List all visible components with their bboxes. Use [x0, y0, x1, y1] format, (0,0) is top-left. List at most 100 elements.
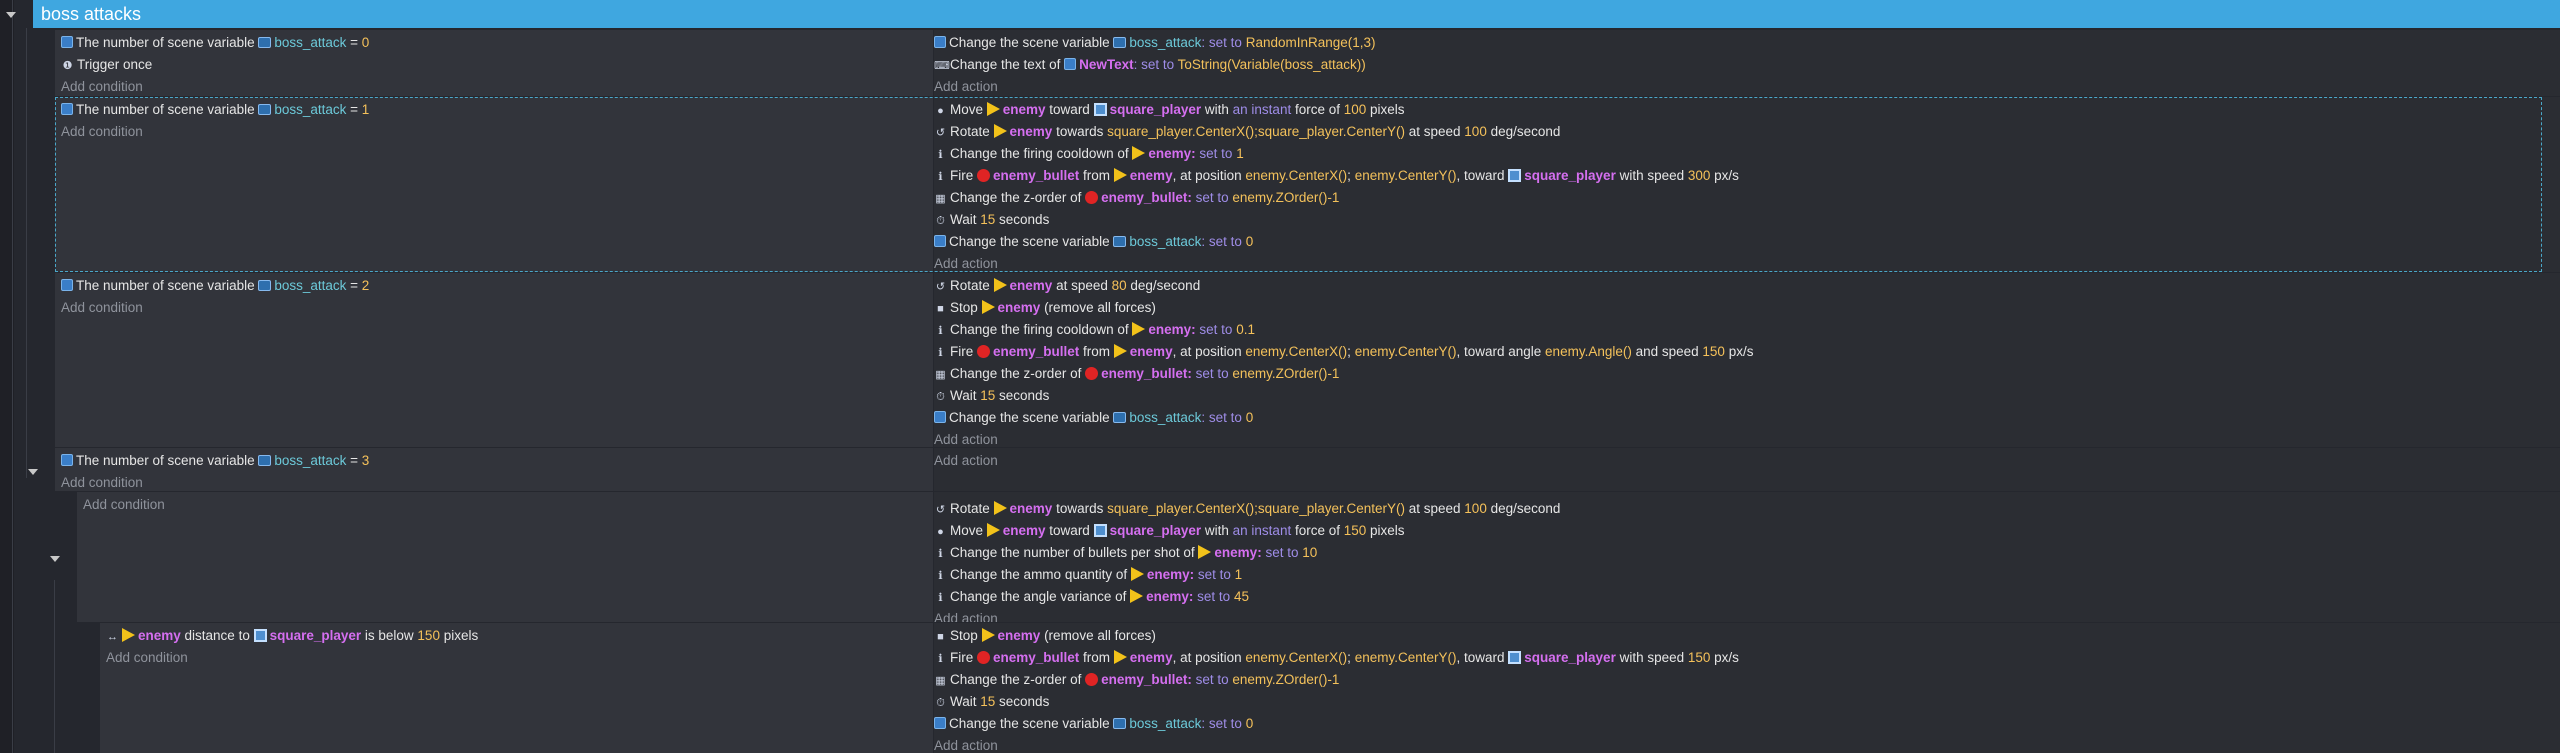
action-row[interactable]: ⌨Change the text of NewText: set to ToSt…	[934, 54, 1366, 76]
condition-row[interactable]: The number of scene variable boss_attack…	[61, 275, 369, 297]
square-icon	[1093, 524, 1107, 537]
condition-row[interactable]: The number of scene variable boss_attack…	[61, 32, 369, 54]
actions-panel[interactable]: ● Move enemy toward square_player with an…	[934, 97, 2560, 272]
conditions-panel[interactable]: The number of scene variable boss_attack…	[55, 448, 933, 491]
add-action-link[interactable]: Add action	[934, 608, 998, 622]
event-5[interactable]: ↔ enemy distance to square_player is belo…	[100, 623, 2560, 753]
action-row[interactable]: ● Move enemy toward square_player with an…	[934, 520, 1405, 542]
action-row[interactable]: ⏱ Wait 15 seconds	[934, 385, 1049, 407]
variable-icon	[1113, 412, 1127, 423]
action-row[interactable]: ↺ Rotate enemy towards square_player.Cent…	[934, 121, 1560, 143]
action-row[interactable]: Change the scene variable boss_attack: s…	[934, 713, 1253, 735]
info-icon: ℹ	[938, 570, 943, 582]
conditions-panel[interactable]: Add condition	[77, 492, 933, 622]
add-action-link[interactable]: Add action	[934, 253, 998, 272]
add-action-link[interactable]: Add action	[934, 450, 998, 472]
sprite-icon	[122, 628, 135, 642]
action-row[interactable]: ↺ Rotate enemy towards square_player.Cent…	[934, 498, 1560, 520]
add-condition-link[interactable]: Add condition	[61, 121, 143, 143]
text-segment: The number of scene variable	[76, 278, 259, 293]
text-segment: 1	[361, 102, 370, 117]
info-icon: ℹ	[938, 171, 943, 183]
text-segment: Change the scene variable	[949, 716, 1114, 731]
action-row[interactable]: ℹ Fire enemy_bullet from enemy, at positi…	[934, 165, 1739, 187]
collapse-group-icon[interactable]	[6, 12, 16, 18]
event-0[interactable]: The number of scene variable boss_attack…	[55, 30, 2560, 96]
action-row[interactable]: ▦ Change the z-order of enemy_bullet: set…	[934, 187, 1339, 209]
conditions-panel[interactable]: The number of scene variable boss_attack…	[55, 273, 933, 447]
action-row[interactable]: ⏱ Wait 15 seconds	[934, 691, 1049, 713]
actions-panel[interactable]: ■ Stop enemy (remove all forces) ℹ Fire ene…	[934, 623, 2560, 753]
action-row[interactable]: ℹ Change the number of bullets per shot o…	[934, 542, 1317, 564]
condition-row[interactable]: The number of scene variable boss_attack…	[61, 99, 369, 121]
sprite-icon	[986, 523, 1000, 537]
add-condition-link[interactable]: Add condition	[61, 297, 143, 319]
text-segment: =	[346, 453, 362, 468]
action-row[interactable]: ℹ Change the ammo quantity of enemy: set …	[934, 564, 1242, 586]
actions-panel[interactable]: Change the scene variable boss_attack: s…	[934, 30, 2560, 96]
actions-panel[interactable]: Add action	[934, 448, 2560, 491]
collapse-event-icon[interactable]	[28, 469, 38, 475]
action-row[interactable]: ℹ Change the firing cooldown of enemy: se…	[934, 143, 1244, 165]
action-row[interactable]: ℹ Change the firing cooldown of enemy: se…	[934, 319, 1255, 341]
text-segment: deg/second	[1126, 278, 1201, 293]
add-action-link[interactable]: Add action	[934, 735, 998, 753]
square-icon	[1093, 103, 1107, 116]
text-segment: px/s	[1724, 344, 1754, 359]
add-condition-link[interactable]: Add condition	[61, 76, 143, 96]
condition-row[interactable]: ❶ Trigger once	[61, 54, 153, 76]
conditions-panel[interactable]: The number of scene variable boss_attack…	[55, 97, 933, 272]
text-segment: enemy_bullet	[993, 344, 1080, 359]
text-segment: square_player	[1524, 650, 1616, 665]
sprite-icon	[993, 501, 1007, 515]
action-row[interactable]: ⏱ Wait 15 seconds	[934, 209, 1049, 231]
text-segment: square_player	[1109, 102, 1202, 117]
event-3[interactable]: The number of scene variable boss_attack…	[55, 448, 2560, 491]
action-row[interactable]: ■ Stop enemy (remove all forces)	[934, 625, 1156, 647]
event-1[interactable]: The number of scene variable boss_attack…	[55, 97, 2560, 272]
action-row[interactable]: ● Move enemy toward square_player with an…	[934, 99, 1405, 121]
text-segment: Move	[950, 523, 987, 538]
text-segment: set to	[1195, 146, 1237, 161]
collapse-subevent-icon[interactable]	[50, 556, 60, 562]
add-condition-link[interactable]: Add condition	[106, 647, 188, 669]
action-row[interactable]: ▦ Change the z-order of enemy_bullet: set…	[934, 363, 1339, 385]
sprite-icon	[981, 300, 995, 314]
action-row[interactable]: Change the scene variable boss_attack: s…	[934, 407, 1253, 429]
actions-panel[interactable]: ↺ Rotate enemy towards square_player.Cent…	[934, 492, 2560, 622]
add-action-link[interactable]: Add action	[934, 76, 998, 96]
text-segment: 3	[361, 453, 370, 468]
action-row[interactable]: ▦ Change the z-order of enemy_bullet: set…	[934, 669, 1339, 691]
text-segment: boss_attack	[274, 453, 347, 468]
action-row[interactable]: ■ Stop enemy (remove all forces)	[934, 297, 1156, 319]
actions-panel[interactable]: ↺ Rotate enemy at speed 80 deg/second ■ Sto…	[934, 273, 2560, 447]
action-row[interactable]: ↺ Rotate enemy at speed 80 deg/second	[934, 275, 1200, 297]
condition-row[interactable]: ↔ enemy distance to square_player is belo…	[106, 625, 478, 647]
text-icon: ⌨	[934, 60, 950, 72]
text-segment: enemy.ZOrder()-1	[1232, 366, 1340, 381]
text-segment: Wait	[950, 212, 981, 227]
action-row[interactable]: ℹ Fire enemy_bullet from enemy, at positi…	[934, 647, 1739, 669]
text-segment: with	[1201, 102, 1233, 117]
condition-row[interactable]: The number of scene variable boss_attack…	[61, 450, 369, 472]
text-segment: enemy	[138, 628, 181, 643]
tree-line	[12, 0, 13, 753]
add-condition-link[interactable]: Add condition	[61, 472, 143, 491]
conditions-panel[interactable]: The number of scene variable boss_attack…	[55, 30, 933, 96]
action-row[interactable]: Change the scene variable boss_attack: s…	[934, 32, 1376, 54]
action-row[interactable]: ℹ Fire enemy_bullet from enemy, at positi…	[934, 341, 1753, 363]
add-condition-link[interactable]: Add condition	[83, 494, 165, 516]
event-4[interactable]: Add condition ↺ Rotate enemy towards squar…	[77, 492, 2560, 622]
conditions-panel[interactable]: ↔ enemy distance to square_player is belo…	[100, 623, 933, 753]
group-header[interactable]: boss attacks	[33, 0, 2560, 28]
action-row[interactable]: Change the scene variable boss_attack: s…	[934, 231, 1253, 253]
text-segment: enemy	[997, 628, 1041, 643]
zorder-icon: ▦	[935, 193, 946, 205]
add-action-link[interactable]: Add action	[934, 429, 998, 447]
text-segment: an instant	[1232, 102, 1292, 117]
event-2[interactable]: The number of scene variable boss_attack…	[55, 273, 2560, 447]
text-segment: , toward	[1456, 168, 1509, 183]
action-row[interactable]: ℹ Change the angle variance of enemy: set…	[934, 586, 1249, 608]
bullet-icon	[977, 169, 990, 182]
text-segment: boss_attack	[1129, 35, 1202, 50]
